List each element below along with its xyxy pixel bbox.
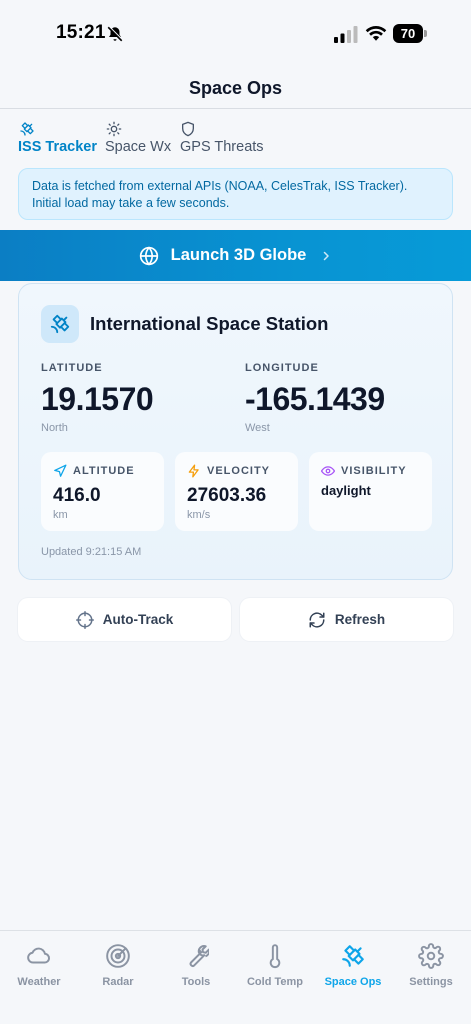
tab-item-label: Space Ops bbox=[324, 976, 382, 988]
iss-card-title: International Space Station bbox=[90, 313, 329, 334]
altitude-unit: km bbox=[53, 509, 68, 521]
tab-weather[interactable]: Weather bbox=[0, 941, 78, 1001]
velocity-stat: VELOCITY 27603.36 km/s bbox=[175, 452, 298, 531]
battery-cap bbox=[424, 30, 427, 37]
wrench-icon bbox=[189, 945, 209, 967]
eye-icon bbox=[321, 466, 335, 476]
tab-item-label: Weather bbox=[17, 976, 61, 988]
chevron-right-icon bbox=[324, 251, 330, 260]
launch-3d-globe-button[interactable]: Launch 3D Globe bbox=[0, 230, 471, 281]
auto-track-button[interactable]: Auto-Track bbox=[18, 598, 231, 641]
tab-item-label: Cold Temp bbox=[246, 976, 303, 988]
bottom-tab-bar: Weather Radar Tools Cold Temp Space Ops … bbox=[0, 930, 471, 1024]
navigation-icon bbox=[54, 464, 67, 477]
battery-level: 70 bbox=[393, 24, 423, 43]
sun-icon bbox=[106, 121, 122, 137]
battery-indicator: 70 bbox=[393, 24, 427, 43]
iss-card: International Space Station LATITUDE 19.… bbox=[18, 283, 453, 580]
auto-track-label: Auto-Track bbox=[102, 612, 174, 627]
velocity-unit: km/s bbox=[187, 509, 211, 521]
tab-label: ISS Tracker bbox=[18, 139, 97, 155]
crosshair-icon bbox=[75, 610, 94, 629]
gear-icon bbox=[418, 943, 444, 969]
longitude-label: LONGITUDE bbox=[245, 362, 319, 374]
radar-icon bbox=[106, 944, 130, 968]
velocity-value: 27603.36 bbox=[187, 485, 267, 506]
lightning-icon bbox=[188, 464, 199, 478]
tab-item-label: Settings bbox=[409, 976, 453, 988]
visibility-label: VISIBILITY bbox=[341, 465, 407, 477]
longitude-value: -165.1439 bbox=[245, 381, 385, 417]
visibility-stat: VISIBILITY daylight bbox=[309, 452, 432, 531]
status-time: 15:21 bbox=[56, 22, 106, 43]
altitude-label: ALTITUDE bbox=[73, 465, 135, 477]
wifi-icon bbox=[365, 26, 387, 41]
launch-label: Launch 3D Globe bbox=[170, 246, 307, 264]
status-bar: 15:21 70 bbox=[0, 0, 471, 70]
cloud-icon bbox=[27, 947, 50, 964]
tab-iss-tracker[interactable]: ISS Tracker bbox=[18, 118, 100, 160]
refresh-label: Refresh bbox=[334, 612, 386, 627]
satellite-icon bbox=[20, 122, 34, 136]
sub-tabs: ISS Tracker Space Wx GPS Threats bbox=[0, 118, 471, 162]
tab-label: Space Wx bbox=[105, 139, 172, 155]
tab-settings[interactable]: Settings bbox=[392, 941, 470, 1001]
iss-badge bbox=[41, 305, 79, 343]
latitude-label: LATITUDE bbox=[41, 362, 103, 374]
tab-item-label: Tools bbox=[181, 976, 211, 988]
refresh-icon bbox=[309, 611, 325, 628]
updated-timestamp: Updated 9:21:15 AM bbox=[41, 546, 142, 558]
satellite-icon bbox=[50, 314, 70, 334]
tab-cold-temp[interactable]: Cold Temp bbox=[236, 941, 314, 1001]
tab-space-ops[interactable]: Space Ops bbox=[314, 941, 392, 1001]
thermometer-icon bbox=[269, 944, 281, 969]
nav-header: Space Ops bbox=[0, 70, 471, 109]
altitude-stat: ALTITUDE 416.0 km bbox=[41, 452, 164, 531]
altitude-value: 416.0 bbox=[53, 485, 101, 506]
refresh-button[interactable]: Refresh bbox=[240, 598, 453, 641]
shield-icon bbox=[182, 121, 194, 137]
velocity-label: VELOCITY bbox=[207, 465, 271, 477]
tab-item-label: Radar bbox=[102, 976, 134, 988]
globe-icon bbox=[139, 245, 158, 266]
latitude-block: LATITUDE 19.1570 North bbox=[41, 362, 154, 434]
page-title: Space Ops bbox=[188, 78, 283, 98]
tab-radar[interactable]: Radar bbox=[79, 941, 157, 1001]
visibility-value: daylight bbox=[321, 483, 371, 498]
bell-off-icon bbox=[107, 26, 124, 42]
tab-label: GPS Threats bbox=[180, 139, 264, 155]
info-banner: Data is fetched from external APIs (NOAA… bbox=[18, 168, 453, 220]
signal-icon bbox=[334, 26, 358, 43]
tab-gps-threats[interactable]: GPS Threats bbox=[180, 118, 270, 160]
latitude-value: 19.1570 bbox=[41, 381, 154, 417]
longitude-block: LONGITUDE -165.1439 West bbox=[245, 362, 385, 434]
longitude-direction: West bbox=[245, 422, 270, 434]
latitude-direction: North bbox=[41, 422, 68, 434]
tab-tools[interactable]: Tools bbox=[157, 941, 235, 1001]
tab-space-wx[interactable]: Space Wx bbox=[105, 118, 177, 160]
satellite-icon bbox=[342, 945, 364, 967]
